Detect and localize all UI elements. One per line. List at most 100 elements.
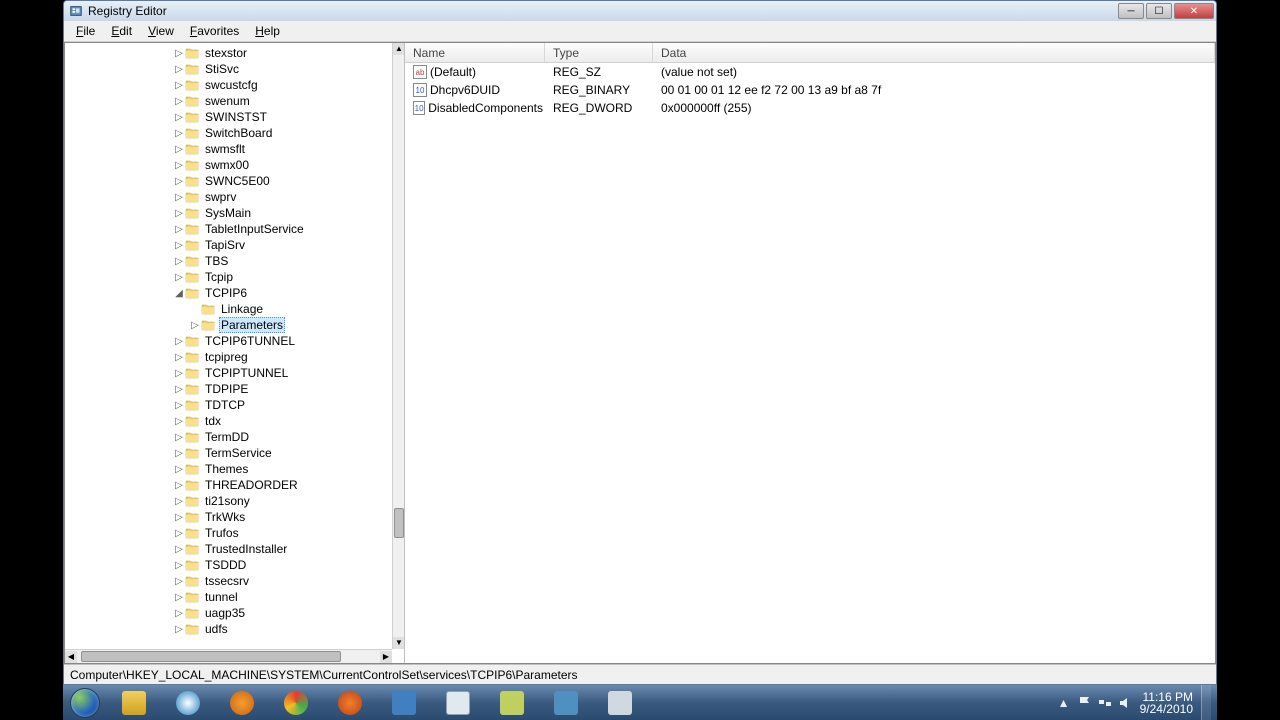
tree-node-sysmain[interactable]: ▷SysMain xyxy=(65,205,392,221)
expand-icon[interactable]: ▷ xyxy=(173,48,185,59)
expand-icon[interactable]: ▷ xyxy=(173,448,185,459)
tree-node-swmx00[interactable]: ▷swmx00 xyxy=(65,157,392,173)
tree-horizontal-scrollbar[interactable]: ◀ ▶ xyxy=(65,649,392,663)
scroll-up-arrow[interactable]: ▲ xyxy=(393,43,405,55)
scroll-right-arrow[interactable]: ▶ xyxy=(380,651,392,663)
network-icon[interactable] xyxy=(1098,696,1112,710)
expand-icon[interactable]: ▷ xyxy=(173,624,185,635)
expand-icon[interactable]: ▷ xyxy=(173,384,185,395)
tree-node-tcpip6[interactable]: ◢TCPIP6 xyxy=(65,285,392,301)
expand-icon[interactable]: ▷ xyxy=(173,416,185,427)
tree-node-themes[interactable]: ▷Themes xyxy=(65,461,392,477)
expand-icon[interactable]: ▷ xyxy=(173,464,185,475)
value-row[interactable]: 10DisabledComponentsREG_DWORD0x000000ff … xyxy=(405,99,1215,117)
expand-icon[interactable]: ▷ xyxy=(173,432,185,443)
tree-node-swenum[interactable]: ▷swenum xyxy=(65,93,392,109)
expand-icon[interactable]: ▷ xyxy=(173,176,185,187)
expand-icon[interactable]: ▷ xyxy=(173,272,185,283)
tree-node-trufos[interactable]: ▷Trufos xyxy=(65,525,392,541)
expand-icon[interactable]: ▷ xyxy=(173,496,185,507)
expand-icon[interactable]: ▷ xyxy=(173,544,185,555)
expand-icon[interactable]: ▷ xyxy=(173,512,185,523)
expand-icon[interactable]: ▷ xyxy=(173,128,185,139)
tree-node-udfs[interactable]: ▷udfs xyxy=(65,621,392,637)
expand-icon[interactable]: ▷ xyxy=(173,208,185,219)
tree-vertical-scrollbar[interactable]: ▲ ▼ xyxy=(392,43,404,649)
scroll-left-arrow[interactable]: ◀ xyxy=(65,651,77,663)
tree-node-threadorder[interactable]: ▷THREADORDER xyxy=(65,477,392,493)
clock[interactable]: 11:16 PM 9/24/2010 xyxy=(1140,691,1193,715)
tree-node-tdtcp[interactable]: ▷TDTCP xyxy=(65,397,392,413)
taskbar-app4[interactable] xyxy=(540,688,592,718)
close-button[interactable]: ✕ xyxy=(1174,3,1214,19)
column-name[interactable]: Name xyxy=(405,43,545,62)
expand-icon[interactable]: ▷ xyxy=(173,336,185,347)
column-type[interactable]: Type xyxy=(545,43,653,62)
taskbar-app1[interactable] xyxy=(216,688,268,718)
tree-node-tbs[interactable]: ▷TBS xyxy=(65,253,392,269)
start-button[interactable] xyxy=(63,685,107,720)
tree-node-trustedinstaller[interactable]: ▷TrustedInstaller xyxy=(65,541,392,557)
menu-edit[interactable]: Edit xyxy=(103,22,140,40)
expand-icon[interactable]: ▷ xyxy=(173,224,185,235)
taskbar-explorer[interactable] xyxy=(108,688,160,718)
tree-node-tapisrv[interactable]: ▷TapiSrv xyxy=(65,237,392,253)
tree-node-stisvc[interactable]: ▷StiSvc xyxy=(65,61,392,77)
tree-node-tcpiptunnel[interactable]: ▷TCPIPTUNNEL xyxy=(65,365,392,381)
taskbar-app5[interactable] xyxy=(594,688,646,718)
tree-node-ti21sony[interactable]: ▷ti21sony xyxy=(65,493,392,509)
taskbar-app3[interactable] xyxy=(486,688,538,718)
volume-icon[interactable] xyxy=(1118,696,1132,710)
expand-icon[interactable]: ▷ xyxy=(173,160,185,171)
tree-node-swinstst[interactable]: ▷SWINSTST xyxy=(65,109,392,125)
tree-node-tdx[interactable]: ▷tdx xyxy=(65,413,392,429)
tree-node-tcpip6tunnel[interactable]: ▷TCPIP6TUNNEL xyxy=(65,333,392,349)
expand-icon[interactable]: ▷ xyxy=(173,576,185,587)
expand-icon[interactable]: ▷ xyxy=(189,320,201,331)
column-data[interactable]: Data xyxy=(653,43,1215,62)
tree-node-tcpipreg[interactable]: ▷tcpipreg xyxy=(65,349,392,365)
taskbar-notepad[interactable] xyxy=(432,688,484,718)
tree-node-termservice[interactable]: ▷TermService xyxy=(65,445,392,461)
menu-help[interactable]: Help xyxy=(247,22,288,40)
taskbar-chrome[interactable] xyxy=(270,688,322,718)
tree-node-tcpip[interactable]: ▷Tcpip xyxy=(65,269,392,285)
flag-icon[interactable] xyxy=(1078,696,1092,710)
expand-icon[interactable]: ▷ xyxy=(173,480,185,491)
expand-icon[interactable]: ▷ xyxy=(173,528,185,539)
tree-node-linkage[interactable]: Linkage xyxy=(65,301,392,317)
expand-icon[interactable]: ▷ xyxy=(173,400,185,411)
menu-favorites[interactable]: Favorites xyxy=(182,22,247,40)
expand-icon[interactable]: ▷ xyxy=(173,256,185,267)
taskbar-firefox[interactable] xyxy=(324,688,376,718)
registry-tree[interactable]: ▷stexstor▷StiSvc▷swcustcfg▷swenum▷SWINST… xyxy=(65,43,392,639)
tree-node-swprv[interactable]: ▷swprv xyxy=(65,189,392,205)
expand-icon[interactable]: ▷ xyxy=(173,96,185,107)
tree-node-swnc5e00[interactable]: ▷SWNC5E00 xyxy=(65,173,392,189)
tree-node-tssecsrv[interactable]: ▷tssecsrv xyxy=(65,573,392,589)
expand-icon[interactable]: ◢ xyxy=(173,288,185,299)
minimize-button[interactable]: ─ xyxy=(1118,3,1144,19)
expand-icon[interactable]: ▷ xyxy=(173,592,185,603)
menu-file[interactable]: File xyxy=(68,22,103,40)
tree-node-tdpipe[interactable]: ▷TDPIPE xyxy=(65,381,392,397)
expand-icon[interactable]: ▷ xyxy=(173,608,185,619)
expand-icon[interactable]: ▷ xyxy=(173,352,185,363)
expand-icon[interactable]: ▷ xyxy=(173,64,185,75)
value-row[interactable]: 10Dhcpv6DUIDREG_BINARY00 01 00 01 12 ee … xyxy=(405,81,1215,99)
tree-node-stexstor[interactable]: ▷stexstor xyxy=(65,45,392,61)
tree-node-parameters[interactable]: ▷Parameters xyxy=(65,317,392,333)
show-desktop-button[interactable] xyxy=(1201,685,1211,720)
taskbar-wmp[interactable] xyxy=(162,688,214,718)
expand-icon[interactable]: ▷ xyxy=(173,192,185,203)
tree-node-swmsflt[interactable]: ▷swmsflt xyxy=(65,141,392,157)
scroll-thumb-h[interactable] xyxy=(81,651,341,662)
menu-view[interactable]: View xyxy=(140,22,182,40)
tree-node-trkwks[interactable]: ▷TrkWks xyxy=(65,509,392,525)
tree-node-tabletinputservice[interactable]: ▷TabletInputService xyxy=(65,221,392,237)
expand-icon[interactable]: ▷ xyxy=(173,144,185,155)
titlebar[interactable]: Registry Editor ─ ☐ ✕ xyxy=(64,1,1216,21)
list-header[interactable]: Name Type Data xyxy=(405,43,1215,63)
expand-icon[interactable]: ▷ xyxy=(173,368,185,379)
tree-node-tunnel[interactable]: ▷tunnel xyxy=(65,589,392,605)
